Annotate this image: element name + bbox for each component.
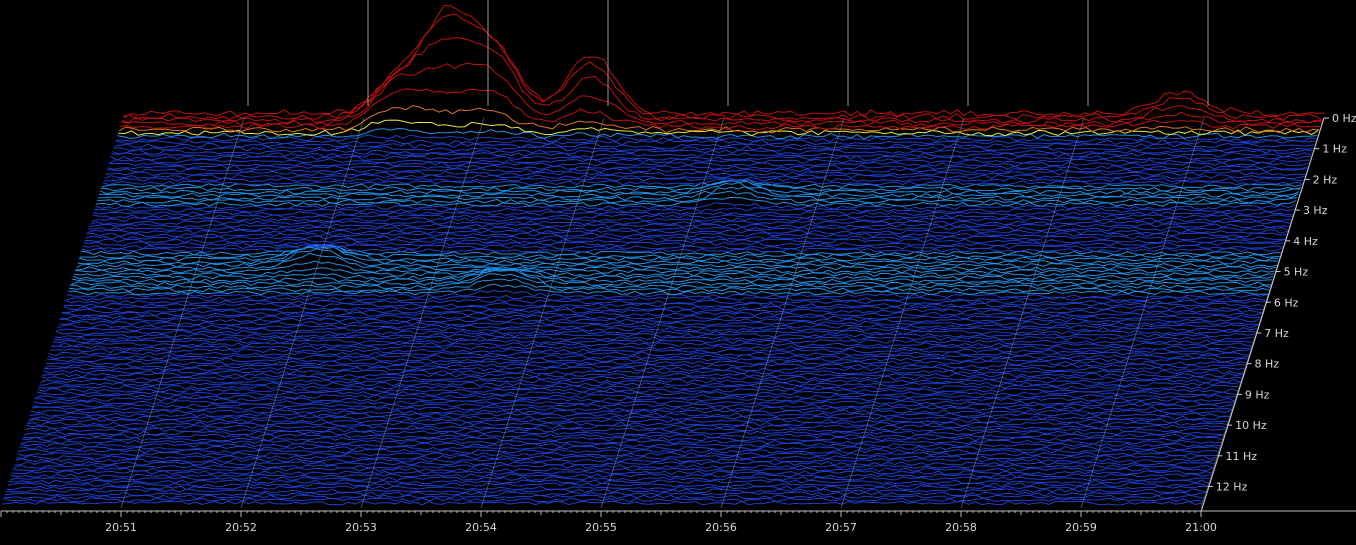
x-tick-label: 20:51 bbox=[105, 521, 137, 534]
freq-tick-label: 1 Hz bbox=[1322, 143, 1347, 156]
x-tick-label: 20:59 bbox=[1065, 521, 1097, 534]
x-tick-label: 20:58 bbox=[945, 521, 977, 534]
freq-tick-label: 11 Hz bbox=[1225, 450, 1257, 463]
freq-tick-label: 9 Hz bbox=[1245, 388, 1270, 401]
x-tick-label: 21:00 bbox=[1185, 521, 1217, 534]
x-tick-label: 20:52 bbox=[225, 521, 257, 534]
x-tick-label: 20:57 bbox=[825, 521, 857, 534]
freq-tick-label: 6 Hz bbox=[1274, 296, 1299, 309]
freq-tick-label: 4 Hz bbox=[1293, 235, 1318, 248]
freq-tick-label: 3 Hz bbox=[1303, 204, 1328, 217]
freq-tick-label: 10 Hz bbox=[1235, 419, 1267, 432]
freq-tick-label: 2 Hz bbox=[1313, 173, 1338, 186]
x-tick-label: 20:56 bbox=[705, 521, 737, 534]
freq-tick-label: 7 Hz bbox=[1264, 327, 1289, 340]
freq-tick-label: 8 Hz bbox=[1255, 358, 1280, 371]
waterfall-chart: 20:51 20:52 20:53 20:54 20:55 20:56 20:57 20:58… bbox=[0, 0, 1356, 545]
freq-tick-label: 12 Hz bbox=[1216, 481, 1248, 494]
freq-tick-label: 5 Hz bbox=[1284, 266, 1309, 279]
x-tick-label: 20:54 bbox=[465, 521, 497, 534]
x-tick-label: 20:53 bbox=[345, 521, 377, 534]
freq-tick-label: 0 Hz bbox=[1332, 112, 1356, 125]
x-tick-label: 20:55 bbox=[585, 521, 617, 534]
